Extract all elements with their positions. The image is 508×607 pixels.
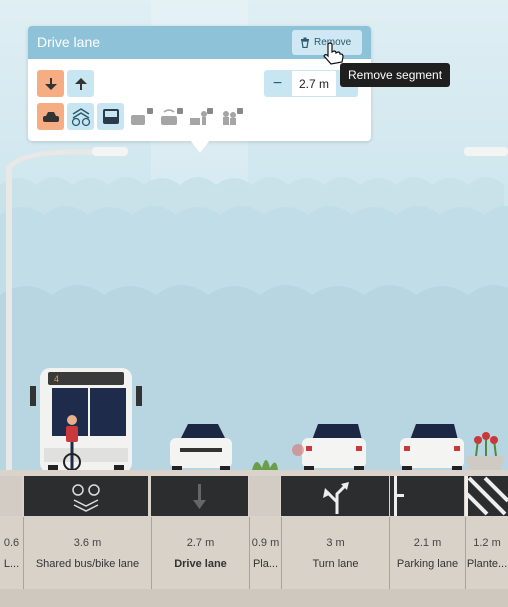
remove-segment-tooltip: Remove segment <box>340 63 451 87</box>
car-icon <box>42 111 59 122</box>
segment-name-label: Shared bus/bike lane <box>35 558 140 570</box>
segment-name-label: Drive lane <box>174 558 227 570</box>
outbound-arrow-icon <box>74 77 87 90</box>
popup-header: Drive lane Remove <box>28 26 371 59</box>
segment-info-popup: Drive lane Remove − 2.7 m <box>28 26 371 153</box>
segment-shared-bus-bike-lane[interactable] <box>24 476 148 516</box>
variant-sharrow-button[interactable] <box>67 103 94 130</box>
segment-width-label: 0.6 <box>3 537 20 549</box>
palette-strip <box>0 589 508 607</box>
segment-width-label: 2.7 m <box>186 537 215 549</box>
segment-name-label: Turn lane <box>312 558 359 570</box>
variant-car-button[interactable] <box>37 103 64 130</box>
segment-label-3[interactable]: 0.9 m Pla... <box>249 517 281 589</box>
segment-label-4[interactable]: 3 m Turn lane <box>281 517 389 589</box>
down-arrow-marking-icon <box>193 484 206 509</box>
plant-illustration <box>252 460 278 470</box>
segment-name-label: Parking lane <box>396 558 459 570</box>
popup-title: Drive lane <box>37 34 101 50</box>
turn-arrow-marking-icon <box>323 482 349 514</box>
flower-planter-illustration <box>466 432 504 470</box>
segment-width-label: 0.9 m <box>251 537 280 549</box>
car-drive-lane <box>170 424 232 470</box>
decrease-width-button[interactable]: − <box>264 70 291 97</box>
trash-icon <box>301 37 309 48</box>
rideshare-locked-icon <box>222 107 243 125</box>
segment-label-2[interactable]: 2.7 m Drive lane <box>151 517 249 589</box>
inbound-direction-button[interactable] <box>37 70 64 97</box>
segment-name-label: Pla... <box>252 558 279 570</box>
segment-label-0[interactable]: 0.6 L... <box>0 517 23 589</box>
popup-pointer <box>190 140 210 153</box>
segment-width-label: 3.6 m <box>73 537 102 549</box>
segment-name-label: Plante... <box>466 558 508 570</box>
svg-text:4: 4 <box>54 374 59 384</box>
inbound-arrow-icon <box>44 77 57 90</box>
sharrow-bike-icon <box>71 107 90 126</box>
bike-bus-marking-icon <box>72 484 100 512</box>
segment-width-label: 3 m <box>326 537 345 549</box>
bus-icon <box>102 108 119 124</box>
pickup-dropoff-locked-icon <box>189 107 213 125</box>
variant-connected-car-button[interactable] <box>157 103 184 130</box>
parking-marking-icon <box>394 476 404 516</box>
autonomous-vehicle-locked-icon <box>130 107 153 125</box>
segment-parking-lane[interactable] <box>390 476 464 516</box>
outbound-direction-button[interactable] <box>67 70 94 97</box>
segment-planter[interactable] <box>249 476 280 516</box>
hatch-marking-icon <box>465 476 508 516</box>
variant-bus-button[interactable] <box>97 103 124 130</box>
car-parking-lane <box>400 424 464 470</box>
segment-planter-right[interactable] <box>465 476 508 516</box>
segment-drive-lane[interactable] <box>151 476 248 516</box>
segment-width-label: 2.1 m <box>413 537 442 549</box>
street-lamp-right <box>464 147 508 156</box>
segment-turn-lane[interactable] <box>281 476 389 516</box>
variant-autonomous-vehicle-button[interactable] <box>127 103 154 130</box>
segment-label-5[interactable]: 2.1 m Parking lane <box>389 517 465 589</box>
segment-width-label: 1.2 m <box>473 537 501 549</box>
segment-label-1[interactable]: 3.6 m Shared bus/bike lane <box>23 517 151 589</box>
bus-illustration: 4 <box>30 368 142 470</box>
width-input[interactable]: 2.7 m <box>291 70 337 97</box>
connected-car-locked-icon <box>160 107 183 125</box>
variant-pickup-dropoff-button[interactable] <box>187 103 214 130</box>
car-turn-lane <box>292 424 366 470</box>
segment-label-6[interactable]: 1.2 m Plante... <box>465 517 508 589</box>
segment-name-label: L... <box>3 558 20 570</box>
variant-rideshare-button[interactable] <box>217 103 244 130</box>
segment-planter-left[interactable] <box>0 476 22 516</box>
